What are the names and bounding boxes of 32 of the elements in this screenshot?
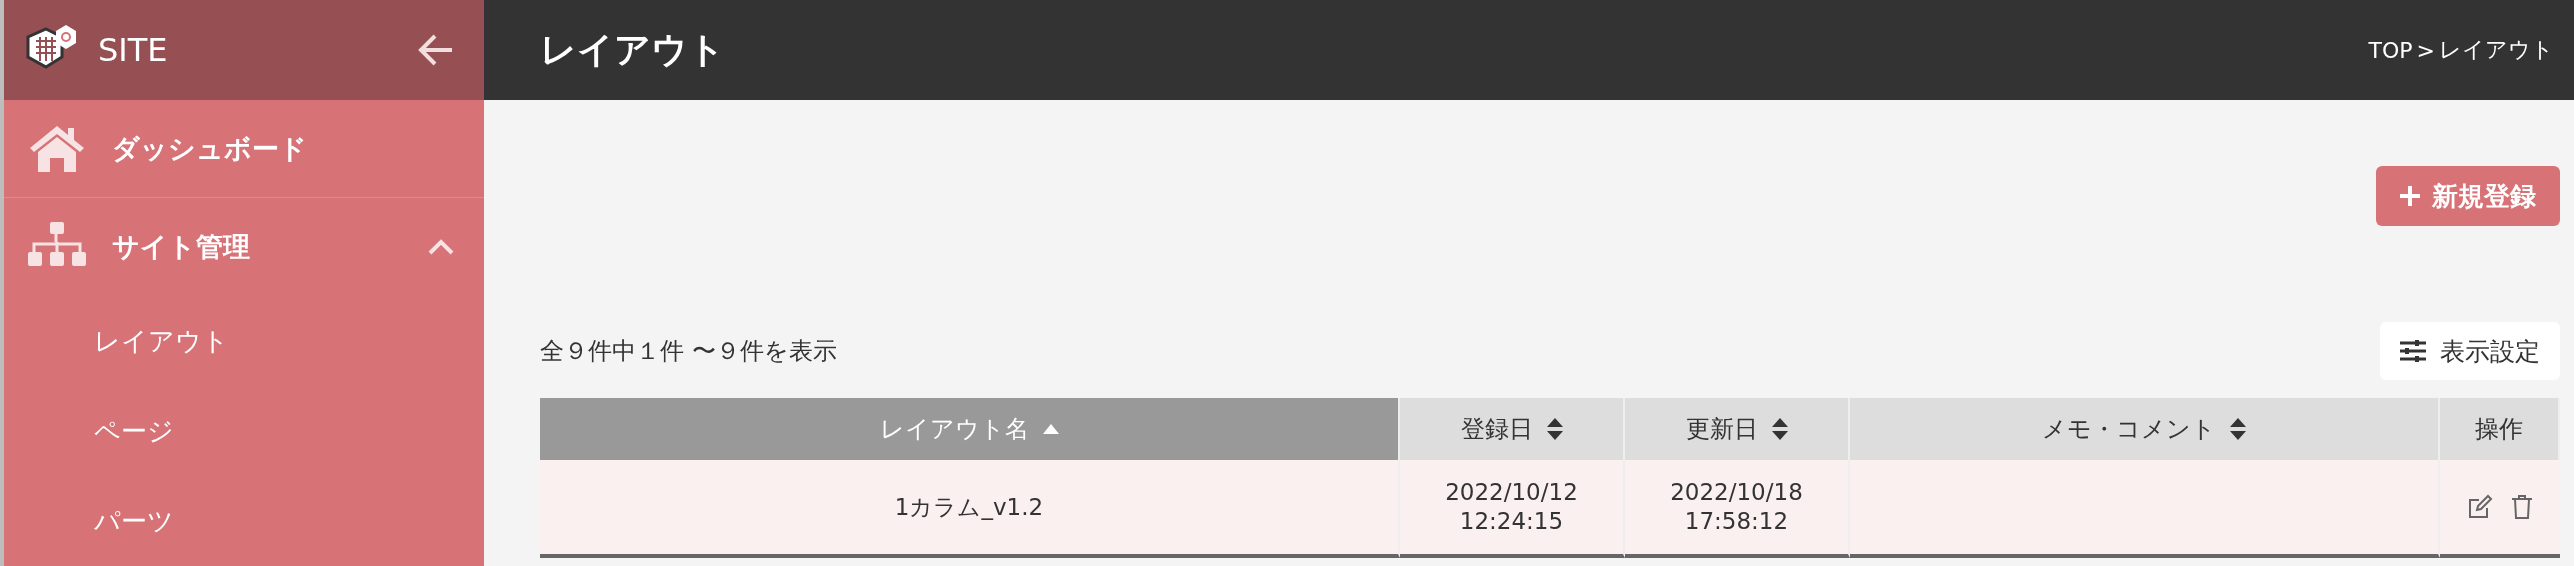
column-header[interactable]: 操作: [2440, 398, 2560, 460]
new-button[interactable]: 新規登録: [2376, 166, 2560, 226]
edit-icon[interactable]: [2467, 494, 2493, 520]
column-header[interactable]: メモ・コメント: [1850, 398, 2440, 460]
home-icon: [28, 123, 86, 174]
table-cell: 2022/10/18 17:58:12: [1625, 460, 1850, 558]
sort-icon[interactable]: [2230, 418, 2246, 440]
breadcrumb-item: レイアウト: [2439, 36, 2554, 64]
plus-icon: [2400, 186, 2420, 206]
breadcrumb-item[interactable]: TOP: [2368, 37, 2413, 63]
sort-ascending-icon[interactable]: [1042, 424, 1059, 434]
sidebar-subitem[interactable]: パーツ: [94, 503, 174, 539]
display-settings-button[interactable]: 表示設定: [2380, 322, 2560, 380]
sidebar-subitem[interactable]: ページ: [94, 413, 174, 449]
column-header[interactable]: 更新日: [1625, 398, 1850, 460]
sidebar-item[interactable]: ダッシュボード: [4, 100, 484, 198]
sliders-icon: [2400, 340, 2426, 362]
back-arrow-icon[interactable]: [418, 33, 454, 67]
result-count: 全９件中１件 〜９件を表示: [540, 336, 837, 367]
column-header[interactable]: 登録日: [1400, 398, 1625, 460]
sort-icon[interactable]: [1546, 418, 1563, 440]
trash-icon[interactable]: [2511, 494, 2533, 520]
brand-name: SITE: [98, 31, 169, 69]
sort-icon[interactable]: [1771, 418, 1788, 440]
chevron-up-icon[interactable]: [428, 239, 454, 255]
sidebar-subitem[interactable]: レイアウト: [94, 323, 229, 359]
breadcrumb-separator: >: [2416, 37, 2435, 63]
table-cell: 1カラム_v1.2: [540, 460, 1400, 558]
column-header[interactable]: レイアウト名: [540, 398, 1400, 460]
page-title: レイアウト: [540, 27, 725, 72]
sidebar-item[interactable]: サイト管理: [4, 198, 484, 296]
table-cell: 2022/10/12 12:24:15: [1400, 460, 1625, 558]
